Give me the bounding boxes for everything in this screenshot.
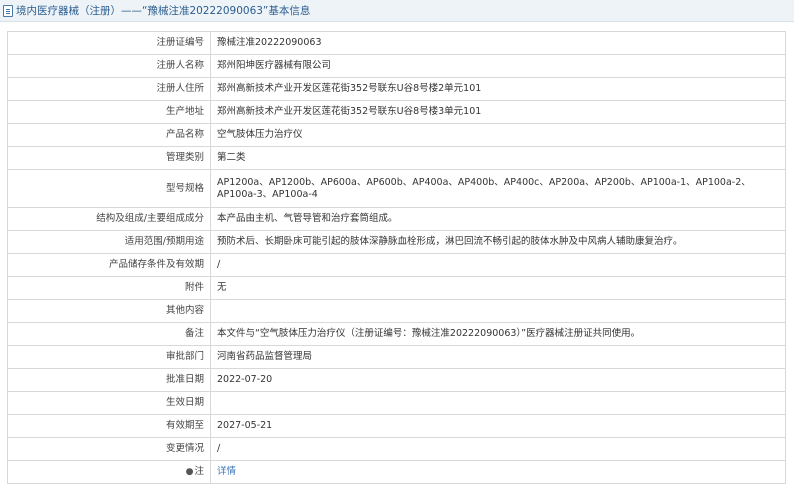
page-header: 境内医疗器械（注册）——“豫械注准20222090063”基本信息 — [0, 0, 794, 22]
table-row: 变更情况 / — [7, 437, 786, 461]
row-value: 郑州阳坤医疗器械有限公司 — [210, 54, 786, 78]
row-value: 河南省药品监督管理局 — [210, 345, 786, 369]
row-label: 管理类别 — [7, 146, 211, 170]
table-row-note: ●注 详情 — [7, 460, 786, 484]
table-row: 附件 无 — [7, 276, 786, 300]
table-row: 其他内容 — [7, 299, 786, 323]
row-value: 郑州高新技术产业开发区莲花街352号联东U谷8号楼3单元101 — [210, 100, 786, 124]
row-value: 本文件与“空气肢体压力治疗仪（注册证编号：豫械注准20222090063）”医疗… — [210, 322, 786, 346]
row-value: / — [210, 437, 786, 461]
row-label: 其他内容 — [7, 299, 211, 323]
note-value-cell: 详情 — [210, 460, 786, 484]
table-row: 管理类别 第二类 — [7, 146, 786, 170]
row-label: 注册人住所 — [7, 77, 211, 101]
table-row: 批准日期 2022-07-20 — [7, 368, 786, 392]
row-label: 注册证编号 — [7, 31, 211, 55]
row-label: 注册人名称 — [7, 54, 211, 78]
note-label: 注 — [194, 466, 204, 477]
table-row: 产品名称 空气肢体压力治疗仪 — [7, 123, 786, 147]
row-label: 产品储存条件及有效期 — [7, 253, 211, 277]
details-link[interactable]: 详情 — [217, 466, 236, 477]
row-value: / — [210, 253, 786, 277]
row-value: AP1200a、AP1200b、AP600a、AP600b、AP400a、AP4… — [210, 169, 786, 208]
table-row: 备注 本文件与“空气肢体压力治疗仪（注册证编号：豫械注准20222090063）… — [7, 322, 786, 346]
row-value: 第二类 — [210, 146, 786, 170]
row-value — [210, 391, 786, 415]
row-label: 有效期至 — [7, 414, 211, 438]
row-label: 适用范围/预期用途 — [7, 230, 211, 254]
row-label: 产品名称 — [7, 123, 211, 147]
row-label: 型号规格 — [7, 169, 211, 208]
document-icon — [3, 4, 13, 17]
table-row: 注册证编号 豫械注准20222090063 — [7, 31, 786, 55]
row-value: 本产品由主机、气管导管和治疗套筒组成。 — [210, 207, 786, 231]
row-label: 批准日期 — [7, 368, 211, 392]
row-value: 郑州高新技术产业开发区莲花街352号联东U谷8号楼2单元101 — [210, 77, 786, 101]
note-label-cell: ●注 — [7, 460, 211, 484]
row-value: 预防术后、长期卧床可能引起的肢体深静脉血栓形成，淋巴回流不畅引起的肢体水肿及中风… — [210, 230, 786, 254]
table-row: 有效期至 2027-05-21 — [7, 414, 786, 438]
table-row: 生产地址 郑州高新技术产业开发区莲花街352号联东U谷8号楼3单元101 — [7, 100, 786, 124]
table-row: 生效日期 — [7, 391, 786, 415]
table-row: 注册人名称 郑州阳坤医疗器械有限公司 — [7, 54, 786, 78]
table-row: 结构及组成/主要组成成分 本产品由主机、气管导管和治疗套筒组成。 — [7, 207, 786, 231]
row-label: 审批部门 — [7, 345, 211, 369]
row-label: 生效日期 — [7, 391, 211, 415]
info-table: 注册证编号 豫械注准20222090063 注册人名称 郑州阳坤医疗器械有限公司… — [7, 31, 786, 484]
table-row: 型号规格 AP1200a、AP1200b、AP600a、AP600b、AP400… — [7, 169, 786, 208]
row-value: 无 — [210, 276, 786, 300]
table-row: 审批部门 河南省药品监督管理局 — [7, 345, 786, 369]
row-label: 结构及组成/主要组成成分 — [7, 207, 211, 231]
row-label: 变更情况 — [7, 437, 211, 461]
row-value: 2027-05-21 — [210, 414, 786, 438]
row-label: 备注 — [7, 322, 211, 346]
pin-icon: ● — [185, 467, 194, 477]
row-value: 2022-07-20 — [210, 368, 786, 392]
page-title: 境内医疗器械（注册）——“豫械注准20222090063”基本信息 — [16, 5, 311, 17]
row-value: 空气肢体压力治疗仪 — [210, 123, 786, 147]
row-label: 生产地址 — [7, 100, 211, 124]
row-label: 附件 — [7, 276, 211, 300]
table-row: 适用范围/预期用途 预防术后、长期卧床可能引起的肢体深静脉血栓形成，淋巴回流不畅… — [7, 230, 786, 254]
table-row: 注册人住所 郑州高新技术产业开发区莲花街352号联东U谷8号楼2单元101 — [7, 77, 786, 101]
row-value — [210, 299, 786, 323]
table-row: 产品储存条件及有效期 / — [7, 253, 786, 277]
row-value: 豫械注准20222090063 — [210, 31, 786, 55]
